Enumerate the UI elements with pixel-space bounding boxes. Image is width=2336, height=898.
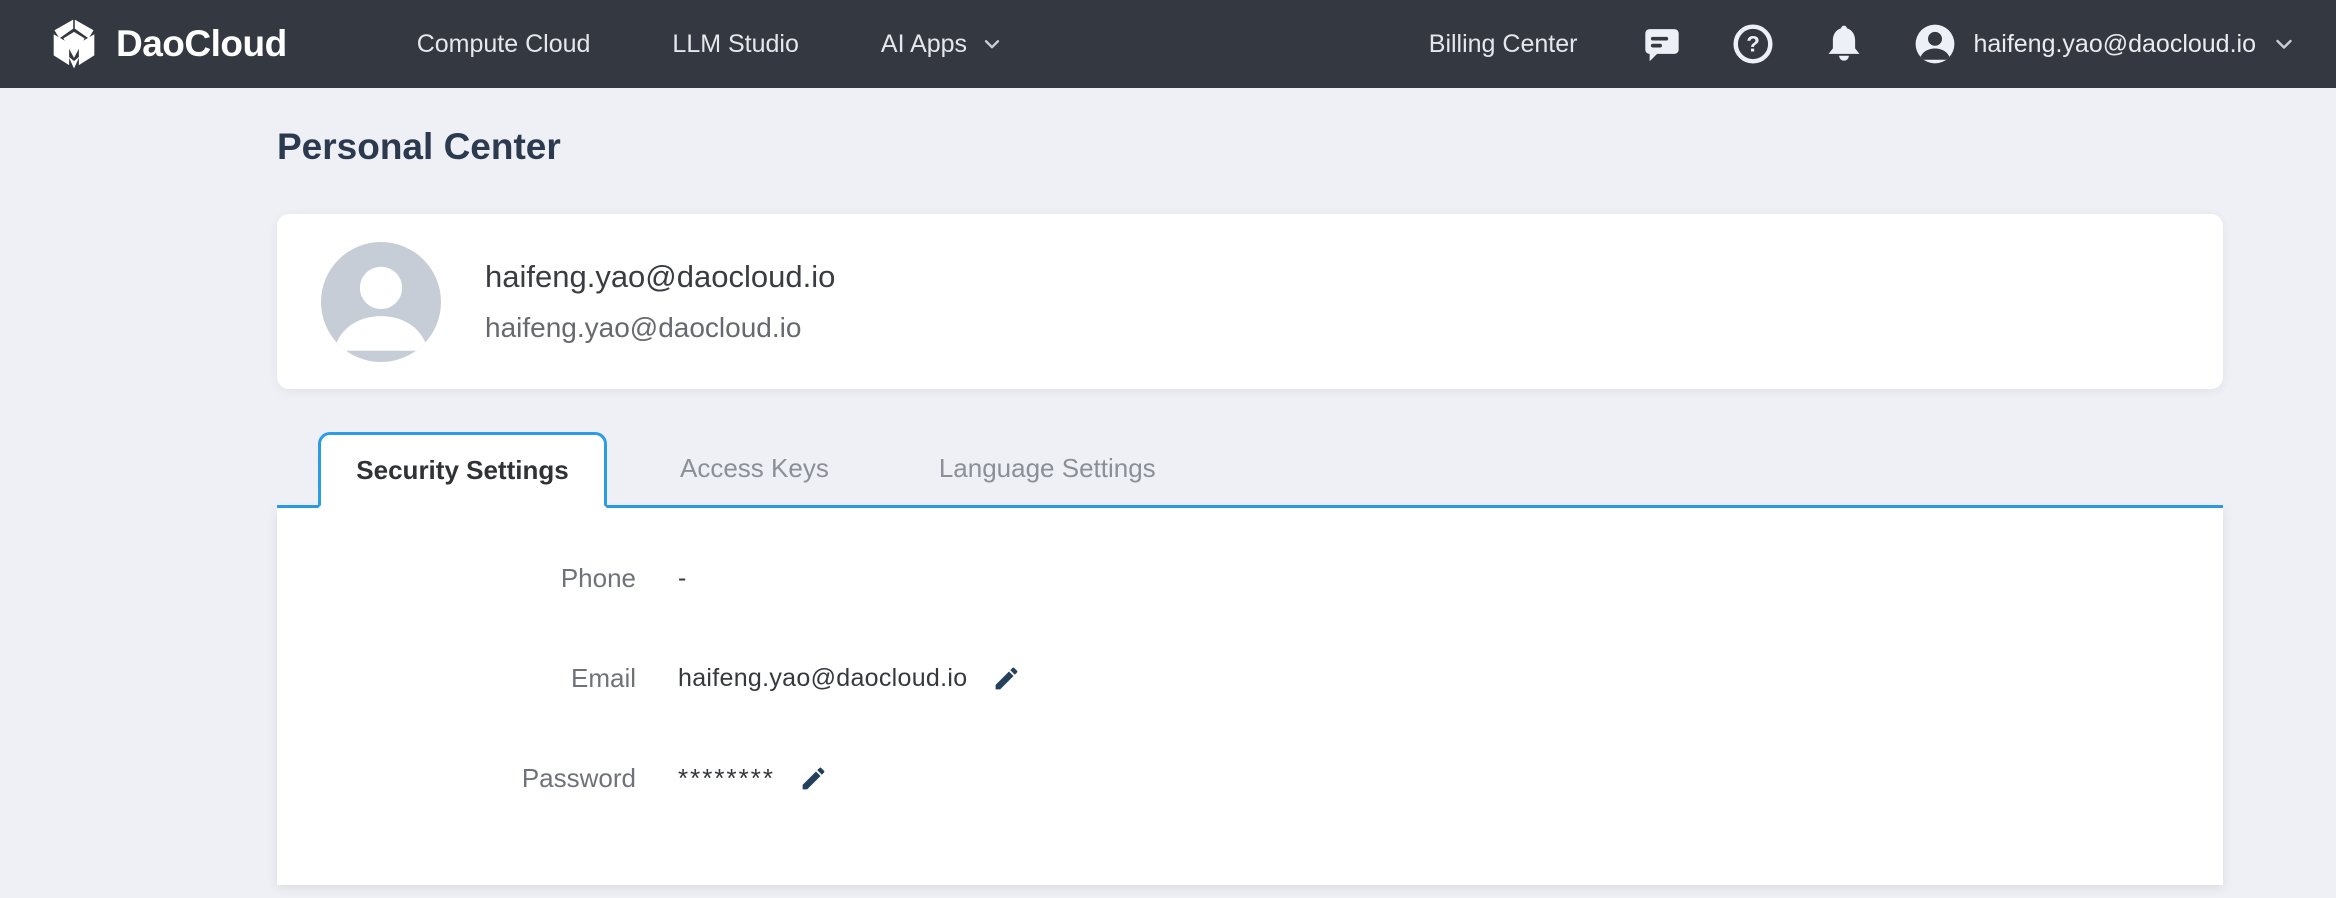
- nav-item-label: Billing Center: [1428, 29, 1578, 58]
- main-content: Personal Center haifeng.yao@daocloud.io …: [277, 124, 2223, 885]
- email-label: Email: [570, 662, 636, 693]
- tab-label: Access Keys: [680, 453, 829, 483]
- help-icon[interactable]: ?: [1731, 22, 1775, 66]
- nav-item-compute-cloud[interactable]: Compute Cloud: [417, 30, 591, 59]
- nav-item-label: AI Apps: [880, 29, 968, 58]
- user-email-text: haifeng.yao@daocloud.io: [1973, 29, 2256, 58]
- nav-item-llm-studio[interactable]: LLM Studio: [672, 30, 798, 59]
- notification-bell-icon[interactable]: [1822, 22, 1866, 66]
- edit-email-button[interactable]: [991, 663, 1021, 693]
- phone-label: Phone: [560, 562, 636, 593]
- edit-pencil-icon: [992, 664, 1021, 693]
- profile-text-block: haifeng.yao@daocloud.io haifeng.yao@daoc…: [485, 259, 835, 344]
- navbar-right-group: Billing Center ? haifeng.yao@daocloud.io: [1429, 22, 2296, 66]
- email-value: haifeng.yao@daocloud.io: [678, 663, 968, 692]
- page-title: Personal Center: [277, 126, 561, 167]
- edit-password-button[interactable]: [799, 763, 829, 793]
- svg-text:?: ?: [1747, 31, 1761, 56]
- edit-pencil-icon: [799, 764, 828, 793]
- nav-item-label: LLM Studio: [672, 29, 799, 58]
- profile-card: haifeng.yao@daocloud.io haifeng.yao@daoc…: [277, 214, 2223, 389]
- user-account-menu[interactable]: haifeng.yao@daocloud.io: [1913, 22, 2296, 66]
- brand-name: DaoCloud: [116, 23, 287, 64]
- security-settings-panel: Phone - Email haifeng.yao@daocloud.io Pa…: [277, 508, 2223, 885]
- message-icon[interactable]: [1640, 22, 1684, 66]
- tab-access-keys[interactable]: Access Keys: [643, 432, 866, 505]
- top-navbar: DaoCloud Compute Cloud LLM Studio AI App…: [0, 0, 2336, 88]
- password-value: ********: [678, 762, 775, 793]
- daocloud-logo[interactable]: DaoCloud: [48, 18, 287, 70]
- chevron-down-icon: [981, 33, 1003, 55]
- phone-value: -: [678, 563, 687, 592]
- settings-tab-bar: Security Settings Access Keys Language S…: [277, 432, 2223, 508]
- email-row: Email haifeng.yao@daocloud.io: [277, 628, 2223, 728]
- tab-language-settings[interactable]: Language Settings: [902, 432, 1193, 505]
- chevron-down-icon: [2272, 32, 2296, 56]
- tab-label: Language Settings: [938, 453, 1156, 483]
- phone-row: Phone -: [277, 528, 2223, 628]
- daocloud-cube-icon: [48, 18, 100, 70]
- profile-email: haifeng.yao@daocloud.io: [485, 312, 802, 343]
- tab-security-settings[interactable]: Security Settings: [318, 432, 607, 508]
- password-label: Password: [521, 762, 636, 793]
- profile-display-name: haifeng.yao@daocloud.io: [485, 259, 836, 294]
- primary-nav: Compute Cloud LLM Studio AI Apps: [417, 30, 1003, 59]
- password-row: Password ********: [277, 728, 2223, 828]
- tab-label: Security Settings: [356, 454, 569, 485]
- user-avatar-icon: [1913, 22, 1957, 66]
- profile-avatar: [321, 241, 441, 362]
- nav-item-label: Compute Cloud: [416, 29, 591, 58]
- nav-item-ai-apps[interactable]: AI Apps: [881, 30, 1003, 59]
- nav-item-billing-center[interactable]: Billing Center: [1429, 30, 1578, 59]
